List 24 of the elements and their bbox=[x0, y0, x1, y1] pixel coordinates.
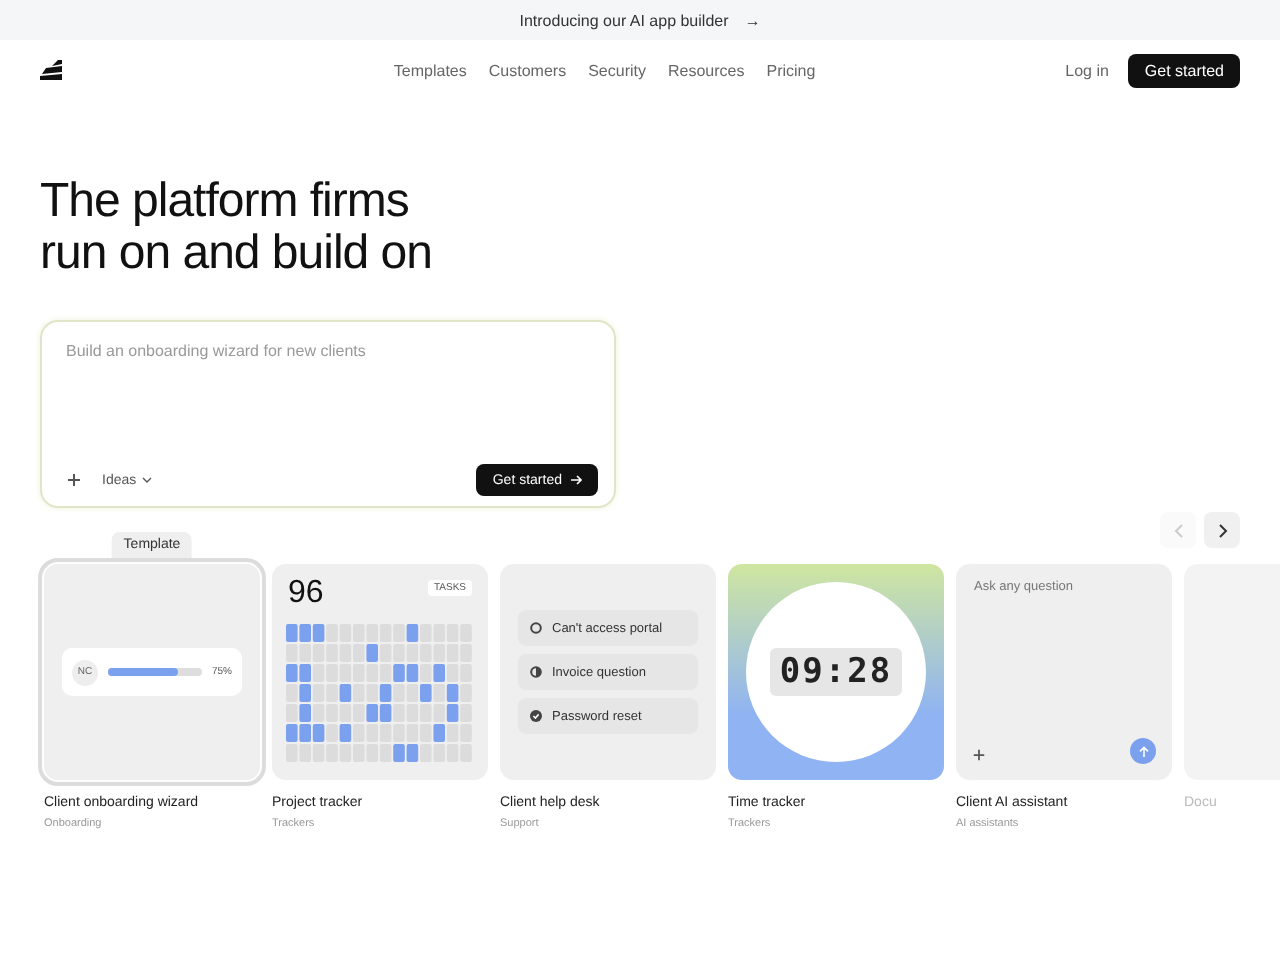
banner-arrow: → bbox=[744, 11, 761, 29]
login-link[interactable]: Log in bbox=[1065, 61, 1109, 79]
nav-link[interactable]: Customers bbox=[488, 61, 567, 79]
plus-icon bbox=[66, 472, 82, 488]
nav-link[interactable]: Resources bbox=[667, 61, 745, 79]
add-button[interactable] bbox=[972, 748, 986, 762]
next-button[interactable] bbox=[1204, 512, 1240, 548]
nav-link[interactable]: Pricing bbox=[766, 61, 816, 79]
nav-link[interactable]: Security bbox=[588, 61, 646, 79]
hero-heading: The platform firms run on and build on bbox=[40, 176, 434, 280]
arrow-right-icon bbox=[570, 474, 582, 486]
clock-time: 09:28 bbox=[769, 648, 903, 696]
chevron-down-icon bbox=[142, 476, 153, 484]
logo-icon[interactable] bbox=[40, 59, 64, 81]
announcement-banner[interactable]: Introducing our AI app builder → bbox=[0, 0, 1280, 40]
nav-link[interactable]: Templates bbox=[393, 61, 467, 79]
chevron-right-icon bbox=[1217, 523, 1227, 537]
plus-icon bbox=[972, 748, 986, 762]
chevron-left-icon bbox=[1173, 523, 1183, 537]
arrow-up-icon bbox=[1137, 745, 1149, 757]
task-count: 96 bbox=[288, 576, 324, 612]
template-preview[interactable]: 09:28 bbox=[728, 564, 944, 780]
banner-text: Introducing our AI app builder bbox=[519, 11, 729, 29]
get-started-button[interactable]: Get started bbox=[1128, 53, 1240, 87]
